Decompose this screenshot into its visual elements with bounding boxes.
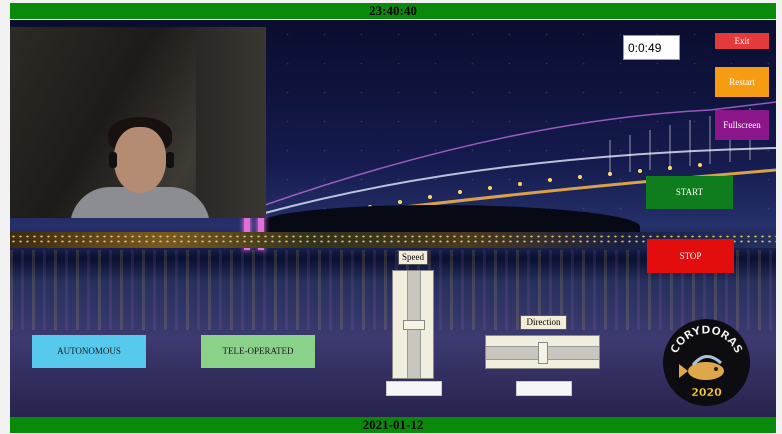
speed-value-box [386,381,442,396]
exit-button[interactable]: Exit [715,33,769,49]
elapsed-timer: 0:0:49 [623,35,680,60]
date-text: 2021-01-12 [362,417,424,432]
direction-slider[interactable] [485,335,600,369]
fullscreen-button[interactable]: Fullscreen [715,110,769,140]
direction-value-box [516,381,572,396]
stop-button[interactable]: STOP [647,239,734,273]
corydoras-logo: CORYDORAS 2020 [663,319,750,406]
svg-text:CORYDORAS: CORYDORAS [668,323,745,355]
date-bar: 2021-01-12 [10,417,776,433]
start-button[interactable]: START [646,176,733,209]
svg-text:2020: 2020 [691,386,722,399]
direction-label: Direction [520,315,567,330]
autonomous-button[interactable]: AUTONOMOUS [32,335,146,368]
webcam-feed [10,27,266,218]
direction-slider-handle[interactable] [538,342,548,364]
clock-text: 23:40:40 [369,3,417,18]
speed-slider[interactable] [392,270,434,379]
speed-slider-handle[interactable] [403,320,425,330]
speed-label: Speed [398,250,428,265]
clock-bar: 23:40:40 [10,3,776,19]
teleoperated-button[interactable]: TELE-OPERATED [201,335,315,368]
restart-button[interactable]: Restart [715,67,769,97]
